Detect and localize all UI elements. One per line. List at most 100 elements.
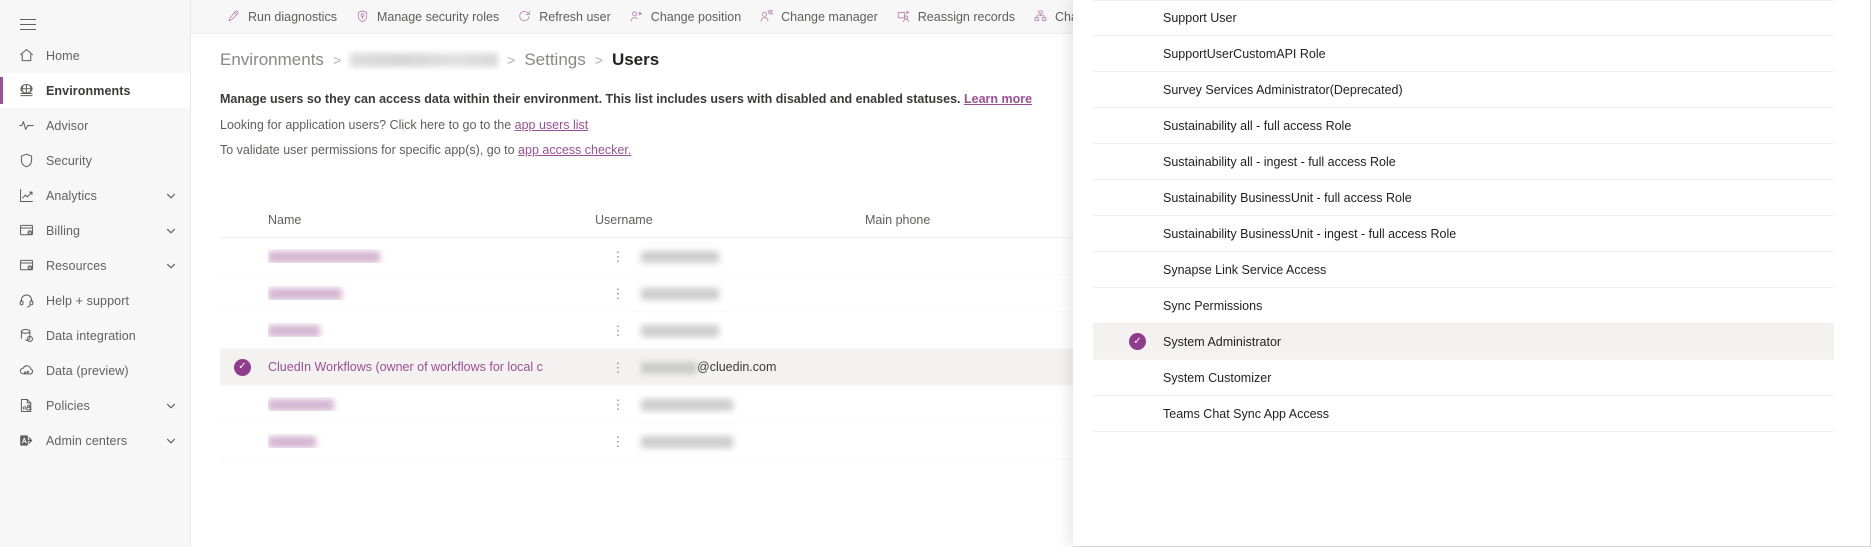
more-vertical-icon[interactable]: ⋮	[595, 435, 641, 448]
hamburger-icon[interactable]	[12, 8, 44, 40]
cell-name: CluedIn Workflows (owner of workflows fo…	[268, 360, 595, 374]
security-role-label: Sustainability all - full access Role	[1163, 118, 1352, 133]
security-role-option[interactable]: Support User	[1093, 0, 1834, 36]
data-cloud-icon	[18, 362, 35, 379]
breadcrumb-item-environment-name[interactable]	[350, 53, 499, 67]
security-role-option[interactable]: Sustainability all - full access Role	[1093, 108, 1834, 144]
redacted-user-name	[268, 250, 380, 263]
app-users-list-link[interactable]: app users list	[515, 118, 589, 132]
security-role-label: Support User	[1163, 11, 1237, 25]
breadcrumb-separator: >	[594, 52, 603, 68]
change-manager-icon	[759, 9, 774, 24]
breadcrumb: Environments > > Settings > Users	[220, 50, 659, 70]
sidebar-item-data-preview[interactable]: Data (preview)	[0, 353, 190, 388]
sidebar-item-environments[interactable]: Environments	[0, 73, 190, 108]
security-role-option[interactable]: Sustainability all - ingest - full acces…	[1093, 144, 1834, 180]
security-role-option[interactable]: Survey Services Administrator(Deprecated…	[1093, 72, 1834, 108]
app-access-checker-link[interactable]: app access checker.	[518, 143, 631, 157]
chevron-down-icon[interactable]	[160, 225, 182, 237]
sidebar-item-label: Help + support	[46, 293, 130, 308]
breadcrumb-separator: >	[332, 52, 342, 68]
shield-icon	[18, 152, 35, 169]
sidebar-item-label: Billing	[46, 223, 81, 238]
security-role-option[interactable]: ✓ System Administrator	[1093, 324, 1834, 360]
breadcrumb-separator: >	[507, 52, 516, 68]
more-vertical-icon[interactable]: ⋮	[595, 250, 641, 263]
advisor-icon	[18, 117, 35, 134]
sidebar-item-help-support[interactable]: Help + support	[0, 283, 190, 318]
security-role-label: Survey Services Administrator(Deprecated…	[1163, 82, 1403, 97]
command-change-position[interactable]: Change position	[620, 0, 750, 33]
more-vertical-icon[interactable]: ⋮	[595, 287, 641, 300]
redacted-username	[641, 435, 733, 448]
breadcrumb-item-environments[interactable]: Environments	[220, 50, 324, 70]
sidebar-item-analytics[interactable]: Analytics	[0, 178, 190, 213]
command-reassign-records[interactable]: Reassign records	[887, 0, 1024, 33]
command-label: Change position	[650, 9, 742, 24]
sidebar-nav-list: Home Environments Advisor Security Analytics…	[0, 38, 190, 458]
sidebar-item-advisor[interactable]: Advisor	[0, 108, 190, 143]
breadcrumb-item-settings[interactable]: Settings	[524, 50, 585, 70]
security-role-option[interactable]: Teams Chat Sync App Access	[1093, 396, 1834, 432]
security-roles-icon	[355, 9, 370, 24]
command-refresh-user[interactable]: Refresh user	[508, 0, 620, 33]
data-integration-icon	[18, 327, 35, 344]
command-change-manager[interactable]: Change manager	[750, 0, 887, 33]
redacted-username	[641, 398, 733, 411]
cell-username	[641, 323, 911, 337]
redacted-username	[641, 324, 719, 337]
sidebar-item-billing[interactable]: Billing	[0, 213, 190, 248]
chevron-down-icon[interactable]	[160, 190, 182, 202]
command-manage-security-roles[interactable]: Manage security roles	[346, 0, 508, 33]
sidebar-item-data-integration[interactable]: Data integration	[0, 318, 190, 353]
billing-icon	[18, 222, 35, 239]
more-vertical-icon[interactable]: ⋮	[595, 361, 641, 374]
chevron-down-icon[interactable]	[160, 435, 182, 447]
security-role-option[interactable]: Sustainability BusinessUnit - ingest - f…	[1093, 216, 1834, 252]
diagnostics-icon	[226, 9, 241, 24]
refresh-icon	[517, 9, 532, 24]
row-select-checkbox[interactable]: ✓	[234, 358, 268, 376]
redacted-username-prefix	[641, 361, 697, 374]
column-header-username[interactable]: Username	[595, 213, 865, 227]
security-role-option[interactable]: SupportUserCustomAPI Role	[1093, 36, 1834, 72]
security-role-option[interactable]: System Customizer	[1093, 360, 1834, 396]
breadcrumb-item-users: Users	[611, 50, 660, 69]
environments-icon	[18, 82, 35, 99]
sidebar-item-label: Security	[46, 153, 92, 168]
sidebar-item-label: Policies	[46, 398, 90, 413]
security-role-option[interactable]: Sustainability BusinessUnit - full acces…	[1093, 180, 1834, 216]
redacted-user-name	[268, 287, 342, 300]
more-vertical-icon[interactable]: ⋮	[595, 324, 641, 337]
more-vertical-icon[interactable]: ⋮	[595, 398, 641, 411]
sidebar-item-resources[interactable]: Resources	[0, 248, 190, 283]
app-root: Home Environments Advisor Security Analytics…	[0, 0, 1871, 547]
cell-name	[268, 286, 595, 300]
sidebar-item-policies[interactable]: Policies	[0, 388, 190, 423]
learn-more-link[interactable]: Learn more	[964, 92, 1032, 106]
command-label: Change manager	[781, 9, 878, 24]
sidebar-item-security[interactable]: Security	[0, 143, 190, 178]
security-role-option[interactable]: Synapse Link Service Access	[1093, 252, 1834, 288]
security-role-option[interactable]: Sync Permissions	[1093, 288, 1834, 324]
check-circle-icon[interactable]: ✓	[234, 358, 251, 376]
sidebar-item-admin-centers[interactable]: Admin centers	[0, 423, 190, 458]
sidebar-item-home[interactable]: Home	[0, 38, 190, 73]
chevron-down-icon[interactable]	[160, 260, 182, 272]
sidebar: Home Environments Advisor Security Analytics…	[0, 0, 191, 547]
cell-username	[641, 249, 911, 263]
command-label: Reassign records	[917, 9, 1016, 24]
command-label: Run diagnostics	[248, 9, 337, 24]
chevron-down-icon[interactable]	[160, 400, 182, 412]
cell-name	[268, 323, 595, 337]
cell-username	[641, 397, 911, 411]
column-header-name[interactable]: Name	[268, 213, 595, 227]
security-roles-dropdown-panel: Support User SupportUserCustomAPI Role Sur…	[1073, 0, 1871, 547]
sidebar-item-label: Data (preview)	[46, 363, 129, 378]
user-name[interactable]: CluedIn Workflows (owner of workflows fo…	[268, 360, 543, 374]
security-role-label: Sustainability BusinessUnit - full acces…	[1163, 190, 1412, 205]
sidebar-item-label: Admin centers	[46, 433, 128, 448]
app-users-line-text: Looking for application users? Click her…	[220, 118, 515, 132]
cell-name	[268, 434, 595, 448]
command-run-diagnostics[interactable]: Run diagnostics	[217, 0, 346, 33]
